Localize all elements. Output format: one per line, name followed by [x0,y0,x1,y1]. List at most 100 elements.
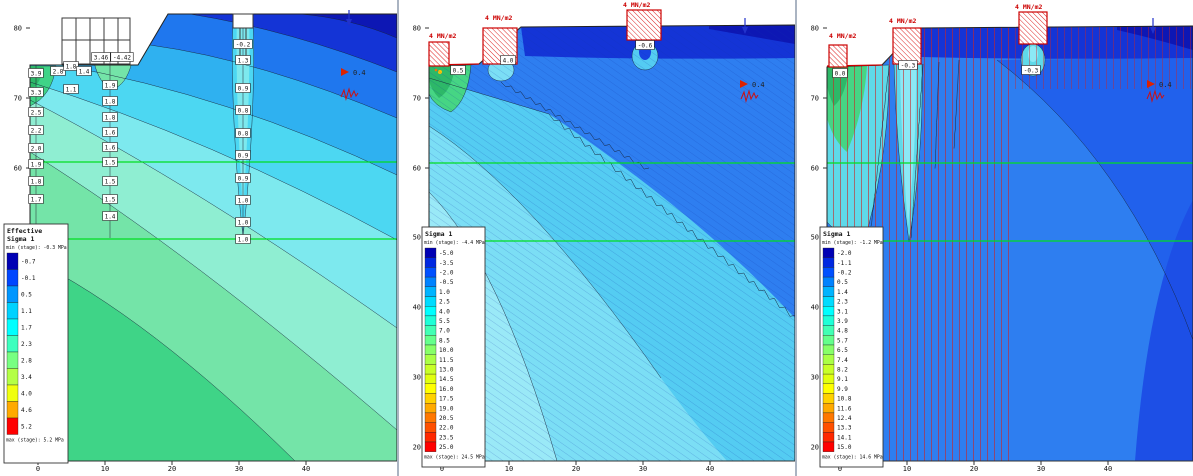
legend-swatch [822,247,835,258]
query-value: 0.9 [238,152,249,159]
legend-entry-label: 14.5 [439,376,454,383]
y-tick-label: 40 [413,304,421,312]
legend-entry-label: 1.4 [837,289,848,296]
query-value: 1.7 [31,196,42,203]
query-value: -4.42 [113,54,131,61]
stress-contour-plot: 010203040807060504030200.43.93.32.52.22.… [3,10,397,473]
legend-swatch [6,351,19,369]
legend-entry-label: 17.5 [439,396,454,403]
legend-title: Sigma 1 [425,230,452,238]
legend-entry-label: 23.5 [439,434,454,441]
legend-entry-label: 15.0 [837,444,852,451]
legend-entry-label: -3.5 [439,260,454,267]
legend-max-label: max (stage): 24.5 MPa [424,455,485,461]
x-tick-label: 10 [903,465,911,473]
x-tick-label: 20 [572,465,580,473]
legend-swatch [424,344,437,355]
legend-entry-label: 4.0 [439,308,450,315]
query-value: 1.1 [66,86,77,93]
legend-entry-label: 8.5 [439,337,450,344]
legend-entry-label: 2.8 [21,357,32,364]
legend-swatch [822,373,835,384]
legend-entry-label: 20.5 [439,415,454,422]
query-value: 2.2 [31,127,42,134]
legend-min-label: min (stage): -0.3 MPa [6,245,67,251]
legend-swatch [424,441,437,452]
query-value: 1.3 [238,57,249,64]
y-tick-label: 80 [14,25,22,33]
legend-entry-label: 6.5 [837,347,848,354]
query-value: 1.0 [238,219,249,226]
query-value: 2.5 [31,109,42,116]
legend-swatch [6,368,19,386]
legend-entry-label: -0.2 [837,269,852,276]
x-tick-label: 20 [168,465,176,473]
query-value: 2.0 [31,145,42,152]
legend-swatch [822,296,835,307]
footing-hatch [1018,11,1048,45]
y-tick-label: 70 [14,95,22,103]
legend-swatch [424,403,437,414]
load-label: 4 MN/m2 [829,32,856,40]
legend-swatch [424,354,437,365]
legend-swatch [424,432,437,443]
query-value: 1.5 [105,178,116,185]
y-tick-label: 80 [413,25,421,33]
legend-swatch [424,364,437,375]
legend-max-label: max (stage): 5.2 MPa [6,438,64,444]
query-value: 3.9 [31,70,42,77]
legend-swatch [424,393,437,404]
legend-title: Sigma 1 [823,230,850,238]
y-tick-label: 70 [413,95,421,103]
query-value: 0.9 [238,175,249,182]
query-value: -0.6 [638,42,653,49]
legend-swatch [822,335,835,346]
legend-swatch [424,296,437,307]
legend-entry-label: 3.1 [837,308,848,315]
footing-hatch [828,44,848,68]
panel-sigma1-stage3: 0 10 20 30 40 80 70 60 50 40 30 20 0.4 0.0 -0.3 -0.3 4 M… [797,0,1193,476]
legend-entry-label: 4.6 [21,407,32,414]
legend-title: Sigma 1 [7,235,34,243]
legend-swatch [424,276,437,287]
legend-swatch [822,306,835,317]
query-value: 3.46 [94,54,109,61]
direction-arrow-label: 0.4 [353,69,366,77]
legend-swatch [822,315,835,326]
legend-swatch [822,257,835,268]
legend-entry-label: 7.4 [837,357,848,364]
load-label: 4 MN/m2 [1015,3,1042,11]
legend-swatch [822,267,835,278]
legend-swatch [424,412,437,423]
legend-swatch [822,432,835,443]
legend-entry-label: 11.5 [439,357,454,364]
legend-entry-label: 1.7 [21,324,32,331]
legend-entry-label: 2.3 [21,341,32,348]
legend-entry-label: 0.5 [837,279,848,286]
query-value: 2.8 [53,68,64,75]
query-value: 1.8 [66,63,77,70]
legend-entry-label: 11.6 [837,405,852,412]
legend-swatch [424,383,437,394]
legend-entry-label: 13.0 [439,366,454,373]
x-tick-label: 20 [970,465,978,473]
legend-entry-label: 14.1 [837,434,852,441]
legend-entry-label: 4.8 [837,328,848,335]
panel-sigma1-stage2: 0 10 20 30 40 80 70 60 50 40 30 20 0.4 0.5 4.0 -0.6 4 MN… [399,0,795,476]
query-value: 0.9 [238,85,249,92]
query-value: -0.2 [236,41,251,48]
query-value: 1.8 [31,178,42,185]
load-label: 4 MN/m2 [429,32,456,40]
legend: Sigma 1 min (stage): -1.2 MPa -2.0 -1.1 -0.2… [819,226,884,468]
y-tick-label: 60 [14,165,22,173]
legend-swatch [6,417,19,435]
y-tick-label: 50 [811,234,819,242]
legend-swatch [822,354,835,365]
legend-swatch [424,422,437,433]
query-value: 1.8 [105,114,116,121]
footing-hatch [892,27,922,65]
legend-entry-label: 19.0 [439,405,454,412]
legend-swatch [6,285,19,303]
legend-entry-label: 16.0 [439,386,454,393]
query-value: 1.5 [105,159,116,166]
